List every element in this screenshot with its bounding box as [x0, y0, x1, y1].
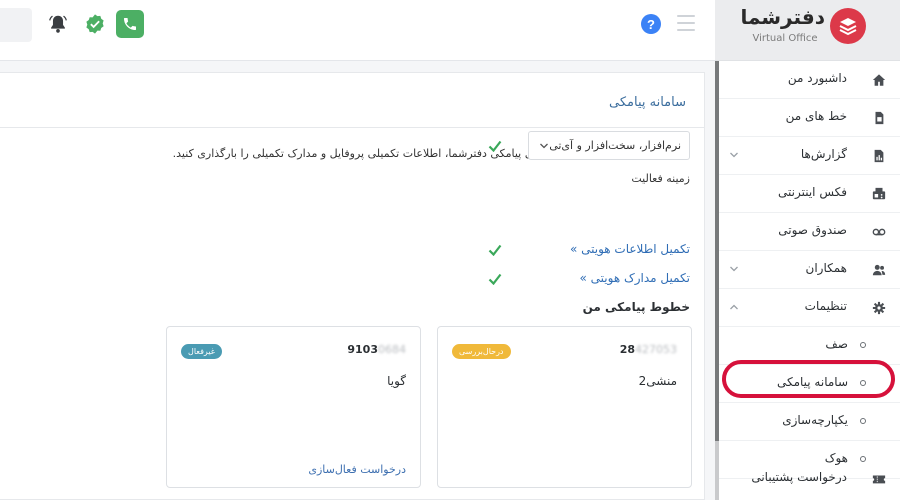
check-icon [488, 273, 502, 285]
sidebar-item-voicemail[interactable]: صندوق صوتی [719, 213, 900, 251]
voicemail-icon [872, 228, 886, 236]
sms-panel-card: سامانه پیامکی در صورت تمایل به استفاده ا… [0, 72, 705, 500]
sidebar-subitem-label: صف [825, 337, 848, 351]
chevron-down-icon [730, 266, 738, 272]
chevron-up-icon [730, 304, 738, 310]
home-icon [872, 74, 886, 86]
sidebar-item-support[interactable]: درخواست پشتیبانی [719, 461, 900, 500]
logo-panel: دفترشما Virtual Office [715, 0, 900, 61]
check-icon [488, 244, 502, 256]
sms-line-card: 91030684 غیرفعال گویا درخواست فعال‌سازی [166, 326, 421, 488]
sidebar-item-fax[interactable]: فکس اینترنتی [719, 175, 900, 213]
sidebar-subitem-label: یکپارچه‌سازی [782, 413, 848, 427]
complete-identity-info-link[interactable]: تکمیل اطلاعات هویتی » [570, 242, 690, 256]
sidebar-item-label: گزارش‌ها [800, 147, 847, 161]
gear-icon [872, 301, 886, 315]
page-title: سامانه پیامکی [609, 95, 686, 110]
bell-icon[interactable] [47, 12, 69, 36]
line-name: منشی2 [638, 374, 677, 388]
line-number: 91030684 [347, 343, 406, 356]
bullet-icon [860, 418, 866, 424]
app-root: ? دفترشما Virtual Office داشبورد من خط ه… [0, 0, 900, 500]
sidebar-item-colleagues[interactable]: همکاران [719, 251, 900, 289]
fax-icon [872, 187, 886, 200]
verified-badge-icon [86, 14, 104, 34]
sidebar-subitem-integration[interactable]: یکپارچه‌سازی [719, 403, 900, 441]
sidebar-item-my-lines[interactable]: خط های من [719, 99, 900, 137]
sidebar-item-label: درخواست پشتیبانی [751, 470, 847, 484]
sidebar-item-label: صندوق صوتی [778, 223, 847, 237]
users-icon [872, 264, 886, 276]
help-icon[interactable]: ? [641, 14, 661, 34]
report-icon [874, 149, 884, 163]
sidebar-item-label: فکس اینترنتی [778, 185, 847, 199]
sidebar-item-label: همکاران [805, 261, 848, 275]
top-header: ? [0, 0, 715, 61]
sidebar-item-settings[interactable]: تنظیمات [719, 289, 900, 327]
status-badge: غیرفعال [181, 344, 222, 359]
search-field-stub[interactable] [0, 8, 32, 42]
phone-button[interactable] [116, 10, 144, 38]
sms-line-card: 28427053 درحال‌بررسی منشی2 [437, 326, 692, 488]
sidebar-item-label: خط های من [785, 109, 847, 123]
sms-lines-heading: خطوط پیامکی من [582, 300, 690, 314]
sidebar: داشبورد من خط های من گزارش‌ها فکس اینترن… [715, 61, 900, 500]
chevron-down-icon [730, 152, 738, 158]
menu-toggle-icon[interactable] [677, 15, 695, 31]
sidebar-item-dashboard[interactable]: داشبورد من [719, 61, 900, 99]
activity-select[interactable]: نرم‌افزار، سخت‌افزار و آی‌تی [528, 131, 690, 160]
sim-card-icon [875, 111, 884, 125]
bullet-icon [860, 342, 866, 348]
chevron-down-icon [540, 143, 548, 149]
check-icon [488, 140, 502, 152]
activity-field-label: زمینه فعالیت [631, 172, 690, 185]
sidebar-item-label: داشبورد من [787, 71, 847, 85]
sidebar-item-reports[interactable]: گزارش‌ها [719, 137, 900, 175]
activity-select-value: نرم‌افزار، سخت‌افزار و آی‌تی [549, 139, 681, 152]
logo-title: دفترشما [740, 5, 825, 29]
logo-subtitle: Virtual Office [752, 33, 818, 44]
status-badge: درحال‌بررسی [452, 344, 511, 359]
line-name: گویا [387, 374, 406, 388]
active-item-highlight [722, 360, 895, 398]
card-divider [0, 127, 705, 128]
sidebar-item-label: تنظیمات [804, 299, 847, 313]
line-number: 28427053 [619, 343, 677, 356]
ticket-icon [872, 475, 886, 484]
phone-icon [124, 18, 136, 30]
request-activation-link[interactable]: درخواست فعال‌سازی [308, 463, 406, 476]
logo-icon [830, 8, 866, 44]
complete-identity-docs-link[interactable]: تکمیل مدارک هویتی » [580, 271, 690, 285]
